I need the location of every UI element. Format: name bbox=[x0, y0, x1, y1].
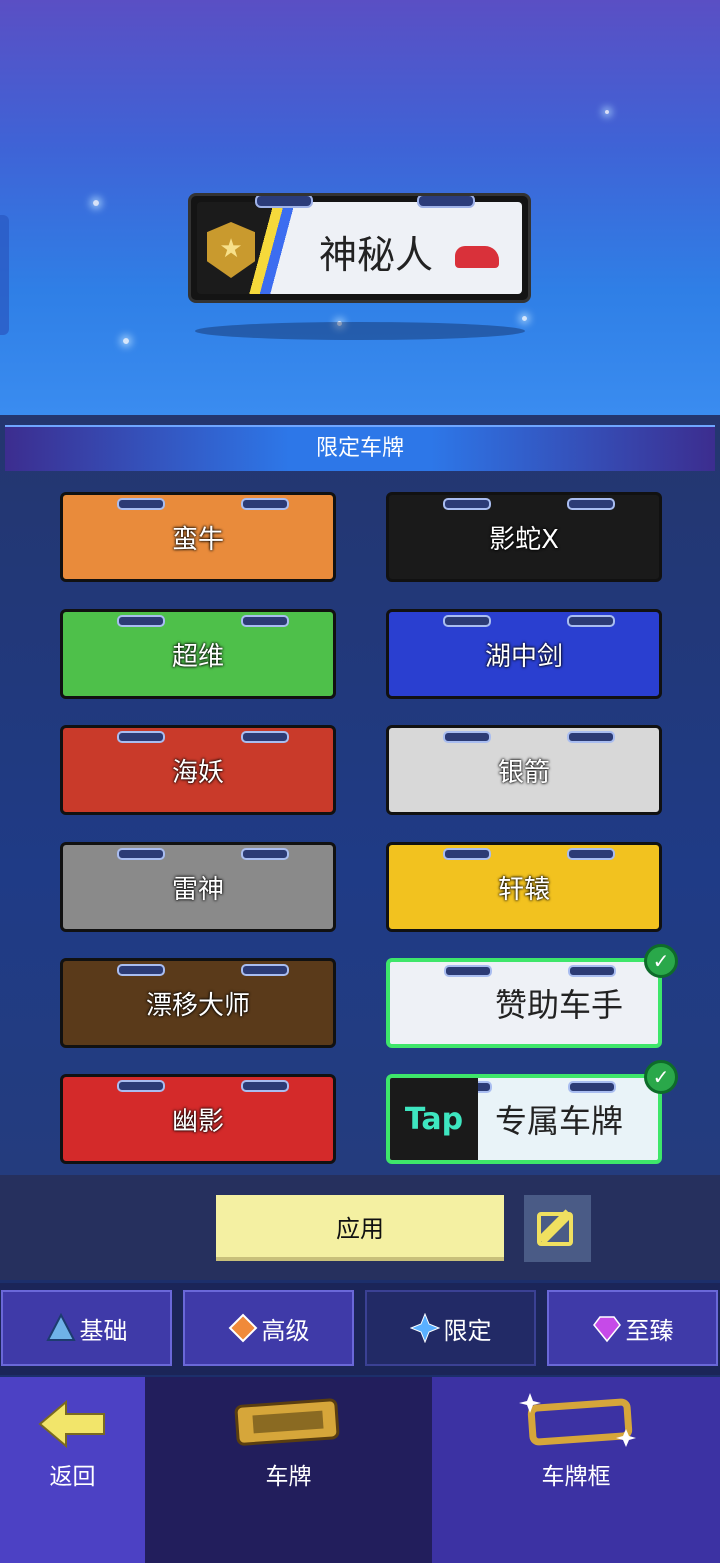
preview-plate-text: 神秘人 bbox=[319, 233, 434, 277]
plate-item-label: 银箭 bbox=[497, 757, 550, 788]
plate-item[interactable]: 蛮牛 bbox=[60, 492, 336, 582]
plate-item[interactable]: 海妖 bbox=[60, 725, 336, 815]
sparkle bbox=[93, 200, 99, 206]
tab-limited-label: 限定 bbox=[443, 1316, 492, 1345]
star-icon bbox=[409, 1313, 440, 1343]
sparkle bbox=[522, 316, 527, 321]
plate-item[interactable]: 雷神 bbox=[60, 842, 336, 932]
plate-item[interactable]: 漂移大师 bbox=[60, 958, 336, 1048]
plate-item-label: 蛮牛 bbox=[171, 524, 224, 555]
license-plate-icon bbox=[234, 1398, 340, 1446]
plate-item[interactable]: 赞助车手 bbox=[386, 958, 662, 1048]
edit-button[interactable] bbox=[524, 1195, 591, 1262]
plate-item[interactable]: 幽影 bbox=[60, 1074, 336, 1164]
back-button[interactable]: 返回 bbox=[0, 1377, 145, 1563]
check-icon: ✓ bbox=[644, 944, 678, 978]
plate-item-label: 幽影 bbox=[171, 1106, 224, 1137]
back-label: 返回 bbox=[49, 1464, 96, 1490]
tab-basic-label: 基础 bbox=[79, 1316, 128, 1345]
plate-frame-icon bbox=[519, 1393, 636, 1447]
section-header: 限定车牌 bbox=[5, 425, 715, 471]
car-icon bbox=[455, 246, 499, 268]
plate-item-label: 雷神 bbox=[171, 874, 224, 905]
section-title: 限定车牌 bbox=[315, 436, 404, 461]
plate-item-label: 湖中剑 bbox=[484, 641, 563, 672]
sparkle bbox=[605, 110, 609, 114]
tab-supreme[interactable]: 至臻 bbox=[547, 1290, 718, 1366]
tab-advanced-label: 高级 bbox=[261, 1316, 310, 1345]
tab-advanced[interactable]: 高级 bbox=[183, 1290, 354, 1366]
plate-label: 车牌 bbox=[265, 1464, 312, 1490]
sparkle bbox=[123, 338, 129, 344]
plate-item-label: 专属车牌 bbox=[494, 1102, 623, 1140]
diamond-icon bbox=[228, 1313, 257, 1343]
tab-basic[interactable]: 基础 bbox=[1, 1290, 172, 1366]
apply-button[interactable]: 应用 bbox=[216, 1195, 504, 1261]
back-arrow-icon bbox=[38, 1399, 105, 1449]
plate-item-label: 超维 bbox=[171, 641, 224, 672]
screw-slot bbox=[417, 196, 475, 208]
plate-item-label: 轩辕 bbox=[497, 874, 550, 905]
plate-item[interactable]: 影蛇X bbox=[386, 492, 662, 582]
tab-plate-frame[interactable]: 车牌框 bbox=[432, 1377, 720, 1563]
check-icon: ✓ bbox=[644, 1060, 678, 1094]
plate-item[interactable]: Tap 专属车牌 bbox=[386, 1074, 662, 1164]
plate-item-label: 影蛇X bbox=[489, 524, 559, 555]
plate-item-label: 海妖 bbox=[171, 757, 224, 788]
plate-shadow bbox=[195, 322, 525, 340]
plate-item[interactable]: 超维 bbox=[60, 609, 336, 699]
plate-item[interactable]: 轩辕 bbox=[386, 842, 662, 932]
tab-limited[interactable]: 限定 bbox=[365, 1290, 536, 1366]
plate-item[interactable]: 银箭 bbox=[386, 725, 662, 815]
side-drawer-handle[interactable] bbox=[0, 215, 9, 335]
plate-item-label: 赞助车手 bbox=[494, 986, 623, 1024]
plate-preview: ★ 神秘人 bbox=[188, 193, 531, 303]
gem-icon bbox=[592, 1316, 621, 1343]
tab-plate[interactable]: 车牌 bbox=[145, 1377, 432, 1563]
plate-item[interactable]: 湖中剑 bbox=[386, 609, 662, 699]
plate-frame-label: 车牌框 bbox=[541, 1464, 611, 1490]
screw-slot bbox=[255, 196, 313, 208]
plate-item-label: 漂移大师 bbox=[145, 990, 250, 1021]
tab-supreme-label: 至臻 bbox=[625, 1316, 674, 1345]
triangle-icon bbox=[45, 1313, 76, 1341]
